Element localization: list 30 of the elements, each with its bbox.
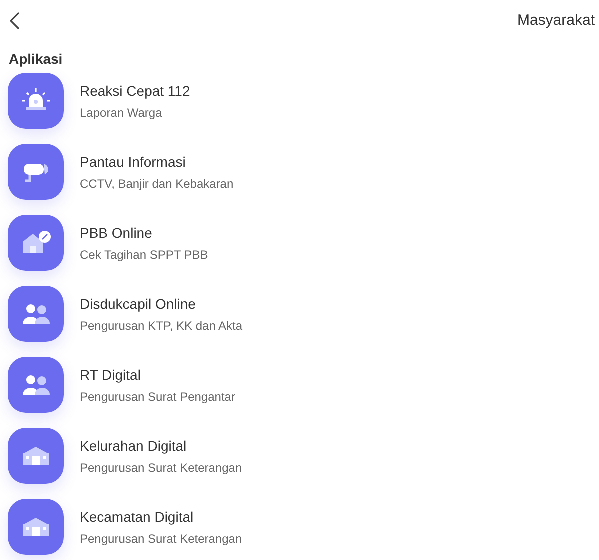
section-heading: Aplikasi <box>9 50 63 69</box>
app-tile[interactable] <box>8 286 64 342</box>
app-title[interactable]: Kelurahan Digital <box>80 436 187 456</box>
app-title[interactable]: Kecamatan Digital <box>80 506 194 528</box>
app-tile[interactable] <box>8 215 64 271</box>
app-tile[interactable] <box>8 428 64 484</box>
siren-icon <box>21 87 51 110</box>
app-subtitle: Cek Tagihan SPPT PBB <box>80 246 208 264</box>
app-tile[interactable] <box>8 73 64 129</box>
app-title[interactable]: Disdukcapil Online <box>80 294 196 314</box>
app-subtitle: Pengurusan Surat Keterangan <box>80 530 242 548</box>
app-subtitle: Pengurusan Surat Pengantar <box>80 388 236 406</box>
cctv-icon <box>24 164 48 182</box>
app-tile[interactable] <box>8 499 64 555</box>
app-subtitle: Pengurusan KTP, KK dan Akta <box>80 318 243 334</box>
page-title: Masyarakat <box>517 10 595 31</box>
building-icon <box>23 447 49 465</box>
app-subtitle: CCTV, Banjir dan Kebakaran <box>80 176 234 192</box>
app-subtitle: Laporan Warga <box>80 104 162 122</box>
app-title[interactable]: Pantau Informasi <box>80 152 186 172</box>
app-tile[interactable] <box>8 144 64 200</box>
app-tile[interactable] <box>8 357 64 413</box>
people-icon <box>23 304 50 324</box>
app-title[interactable]: RT Digital <box>80 364 141 386</box>
people-icon <box>23 376 50 395</box>
app-title[interactable]: PBB Online <box>80 222 152 244</box>
app-subtitle: Pengurusan Surat Keterangan <box>80 460 242 476</box>
house-icon <box>23 231 51 253</box>
app-title[interactable]: Reaksi Cepat 112 <box>80 80 190 102</box>
building-icon <box>23 518 49 536</box>
